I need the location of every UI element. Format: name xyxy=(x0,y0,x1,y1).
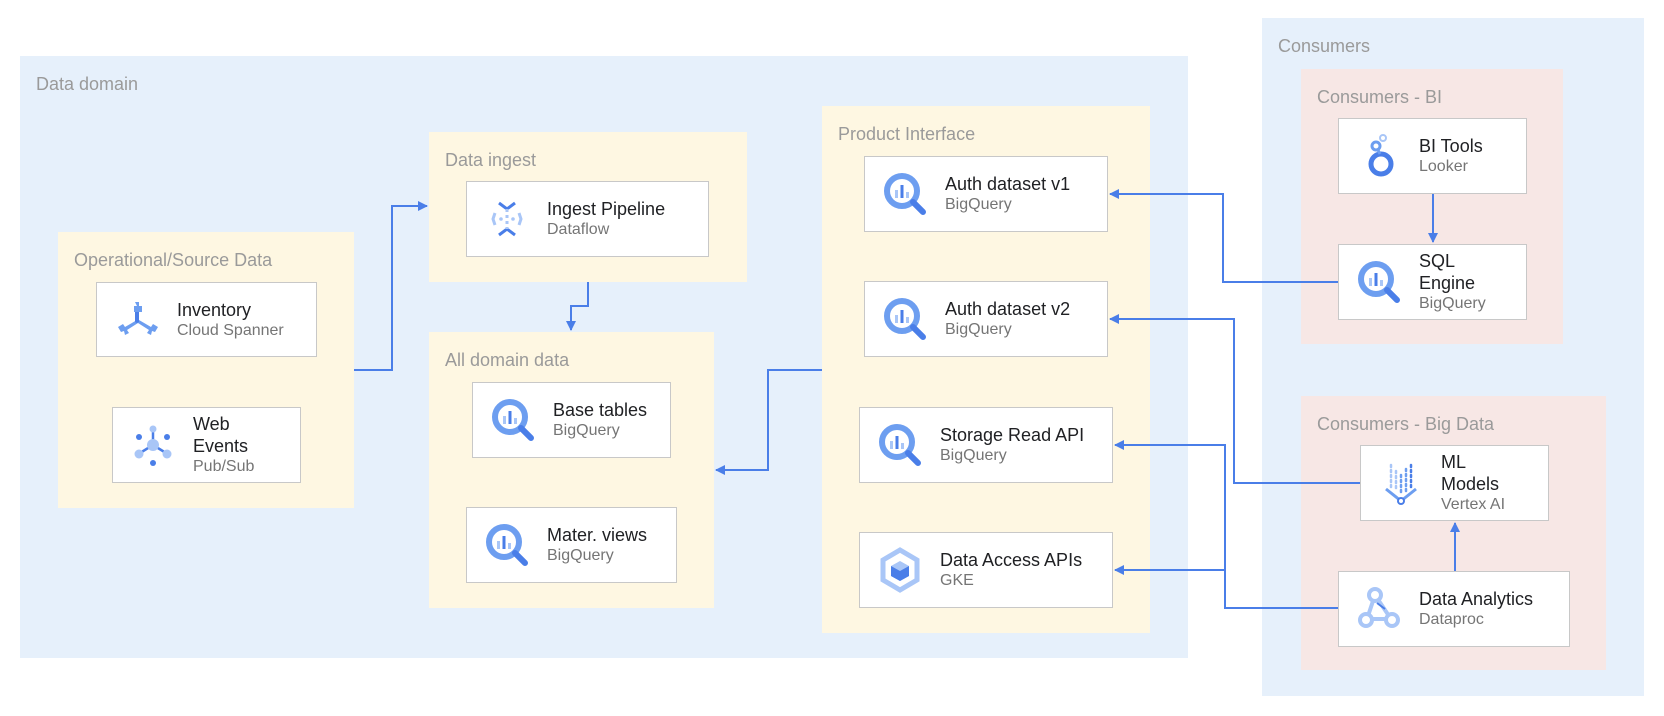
zone-label: Product Interface xyxy=(838,124,976,144)
node-title: Web Events xyxy=(193,414,249,456)
bigquery-icon xyxy=(881,170,929,218)
bigquery-icon xyxy=(1355,258,1403,306)
node-subtitle: BigQuery xyxy=(547,547,614,564)
node-title: Base tables xyxy=(553,400,648,420)
node-title: Data Analytics xyxy=(1419,589,1534,609)
node-data-access-apis[interactable]: Data Access APIs GKE xyxy=(859,532,1113,608)
node-title: Data Access APIs xyxy=(940,550,1083,570)
node-subtitle: Pub/Sub xyxy=(193,458,255,475)
bigquery-icon xyxy=(881,295,929,343)
node-inventory[interactable]: Inventory Cloud Spanner xyxy=(96,282,317,357)
node-title: Mater. views xyxy=(547,525,648,545)
node-subtitle: BigQuery xyxy=(1419,295,1486,312)
node-storage-read-api[interactable]: Storage Read API BigQuery xyxy=(859,407,1113,483)
node-bi-tools[interactable]: BI Tools Looker xyxy=(1338,118,1527,194)
node-title: Auth dataset v2 xyxy=(945,299,1071,319)
cloud-spanner-icon xyxy=(118,301,158,335)
node-subtitle: Dataproc xyxy=(1419,611,1484,628)
zone-label: Consumers - BI xyxy=(1317,87,1443,107)
zone-label: Operational/Source Data xyxy=(74,250,273,270)
node-ml-models[interactable]: ML Models Vertex AI xyxy=(1360,445,1549,521)
node-subtitle: GKE xyxy=(940,572,974,589)
zone-label: Consumers xyxy=(1278,36,1371,56)
bigquery-icon xyxy=(876,421,924,469)
node-auth-dataset-v2[interactable]: Auth dataset v2 BigQuery xyxy=(864,281,1108,357)
zone-label: Data ingest xyxy=(445,150,537,170)
node-subtitle: Cloud Spanner xyxy=(177,321,284,339)
node-mater-views[interactable]: Mater. views BigQuery xyxy=(466,507,677,583)
node-subtitle: BigQuery xyxy=(945,196,1012,213)
bigquery-icon xyxy=(489,396,537,444)
gke-icon xyxy=(880,547,920,593)
node-sql-engine[interactable]: SQL Engine BigQuery xyxy=(1338,244,1527,320)
node-subtitle: BigQuery xyxy=(945,321,1012,338)
zone-label: Consumers - Big Data xyxy=(1317,414,1495,434)
zone-label: Data domain xyxy=(36,74,139,94)
zone-label: All domain data xyxy=(445,350,570,370)
node-subtitle: Looker xyxy=(1419,158,1468,175)
bigquery-icon xyxy=(483,521,531,569)
node-title: Auth dataset v1 xyxy=(945,174,1071,194)
vertex-ai-icon xyxy=(1385,463,1417,505)
node-data-analytics[interactable]: Data Analytics Dataproc xyxy=(1338,571,1570,647)
node-title: BI Tools xyxy=(1419,136,1483,156)
node-subtitle: BigQuery xyxy=(940,447,1007,464)
node-auth-dataset-v1[interactable]: Auth dataset v1 BigQuery xyxy=(864,156,1108,232)
dataproc-icon xyxy=(1358,587,1400,628)
node-subtitle: Dataflow xyxy=(547,221,610,238)
dataflow-icon xyxy=(491,201,523,237)
node-title: Storage Read API xyxy=(940,425,1085,445)
node-base-tables[interactable]: Base tables BigQuery xyxy=(472,382,671,458)
node-title: SQL Engine xyxy=(1419,251,1476,293)
node-subtitle: Vertex AI xyxy=(1441,496,1506,513)
node-title: Ingest Pipeline xyxy=(547,199,666,219)
looker-icon xyxy=(1368,134,1394,177)
pubsub-icon xyxy=(134,425,172,466)
node-ingest-pipeline[interactable]: Ingest Pipeline Dataflow xyxy=(466,181,709,257)
node-subtitle: BigQuery xyxy=(553,422,620,439)
node-title: ML Models xyxy=(1441,452,1500,494)
node-web-events[interactable]: Web Events Pub/Sub xyxy=(112,407,301,483)
node-title: Inventory xyxy=(177,299,252,320)
